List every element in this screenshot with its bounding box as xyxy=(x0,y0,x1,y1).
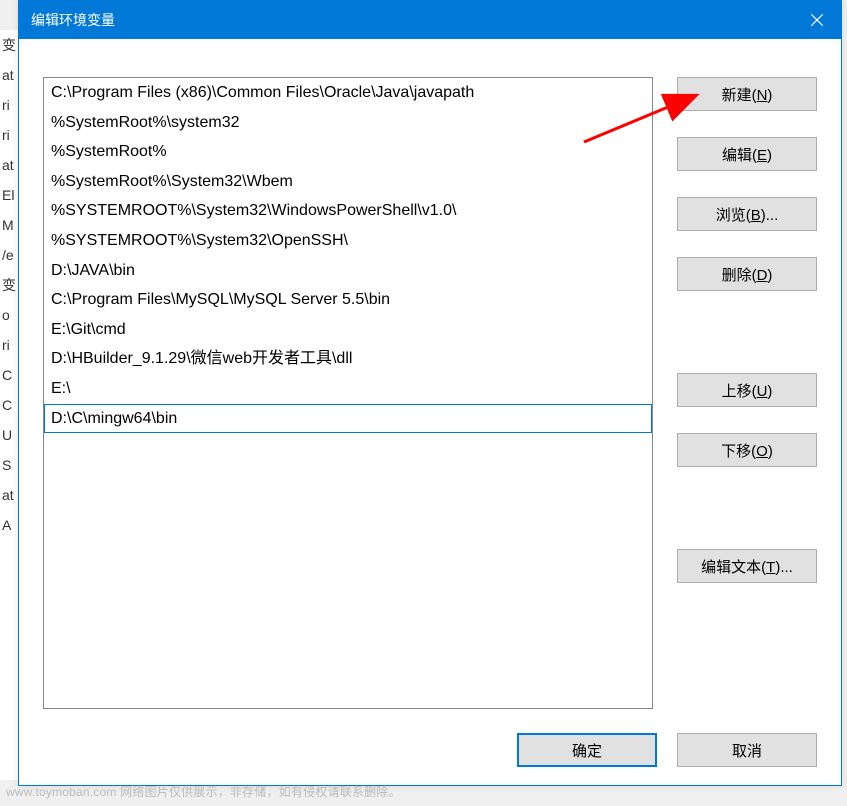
list-item[interactable]: E:\ xyxy=(44,374,652,404)
ok-button[interactable]: 确定 xyxy=(517,733,657,767)
edit-env-var-dialog: 编辑环境变量 C:\Program Files (x86)\Common Fil… xyxy=(18,0,842,786)
edit-text-button[interactable]: 编辑文本(T)... xyxy=(677,549,817,583)
edit-button[interactable]: 编辑(E) xyxy=(677,137,817,171)
list-item[interactable]: %SYSTEMROOT%\System32\OpenSSH\ xyxy=(44,226,652,256)
new-button[interactable]: 新建(N) xyxy=(677,77,817,111)
main-row: C:\Program Files (x86)\Common Files\Orac… xyxy=(43,77,817,709)
list-item[interactable]: %SystemRoot%\System32\Wbem xyxy=(44,167,652,197)
side-buttons: 新建(N) 编辑(E) 浏览(B)... 删除(D) 上移(U) 下移(O) xyxy=(677,77,817,709)
list-item[interactable]: %SystemRoot% xyxy=(44,137,652,167)
list-item[interactable]: C:\Program Files (x86)\Common Files\Orac… xyxy=(44,78,652,108)
list-item[interactable]: C:\Program Files\MySQL\MySQL Server 5.5\… xyxy=(44,285,652,315)
list-item[interactable]: %SYSTEMROOT%\System32\WindowsPowerShell\… xyxy=(44,196,652,226)
watermark-text: www.toymoban.com 网络图片仅供展示，非存储，如有侵权请联系删除。 xyxy=(6,783,401,800)
background-occluded-text: 变atririatElM/e变oriCCUSatA xyxy=(0,30,20,780)
cancel-button[interactable]: 取消 xyxy=(677,733,817,767)
close-icon xyxy=(811,14,823,26)
bottom-button-row: 确定 取消 xyxy=(43,733,817,767)
move-down-button[interactable]: 下移(O) xyxy=(677,433,817,467)
list-item[interactable]: D:\HBuilder_9.1.29\微信web开发者工具\dll xyxy=(44,344,652,374)
list-item[interactable]: %SystemRoot%\system32 xyxy=(44,108,652,138)
move-up-button[interactable]: 上移(U) xyxy=(677,373,817,407)
list-item[interactable]: E:\Git\cmd xyxy=(44,315,652,345)
delete-button[interactable]: 删除(D) xyxy=(677,257,817,291)
path-listbox[interactable]: C:\Program Files (x86)\Common Files\Orac… xyxy=(43,77,653,709)
titlebar-title: 编辑环境变量 xyxy=(31,10,115,30)
list-item[interactable]: D:\JAVA\bin xyxy=(44,256,652,286)
close-button[interactable] xyxy=(793,1,841,39)
list-item[interactable]: D:\C\mingw64\bin xyxy=(44,404,652,434)
browse-button[interactable]: 浏览(B)... xyxy=(677,197,817,231)
dialog-body: C:\Program Files (x86)\Common Files\Orac… xyxy=(19,39,841,785)
titlebar: 编辑环境变量 xyxy=(19,1,841,39)
